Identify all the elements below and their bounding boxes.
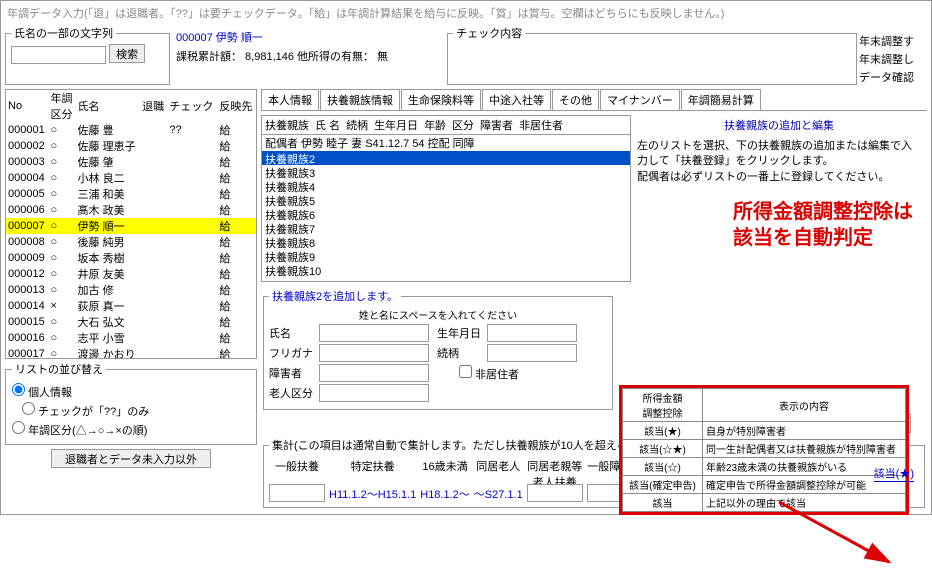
emp-row[interactable]: 000013○加古 修給 [6,282,256,298]
birth-input[interactable] [487,324,577,342]
emp-id: 000007 [176,32,213,44]
dependent-list[interactable]: 扶養親族氏 名続柄生年月日年齢区分障害者非居住者 配偶者 伊勢 睦子 妻 S41… [261,115,631,282]
sort-fieldset: リストの並び替え 個人情報 チェックが「??」のみ 年調区分(△→○→×の順) [5,361,257,445]
dep-row[interactable]: 扶養親族10 [262,263,630,277]
elder-input[interactable] [319,384,429,402]
dep-row[interactable]: 扶養親族9 [262,249,630,263]
nonres-check[interactable]: 非居住者 [459,365,519,382]
emp-row[interactable]: 000001○佐藤 豊??給 [6,122,256,138]
tab[interactable]: その他 [552,89,599,110]
add-legend: 扶養親族2を追加します。 [269,288,401,304]
check-legend: チェック内容 [453,25,525,41]
dis-input[interactable] [319,364,429,382]
tab[interactable]: 年調簡易計算 [681,89,761,110]
sort-check[interactable]: チェックが「??」のみ [22,402,250,419]
dep-row[interactable]: 扶養親族8 [262,235,630,249]
tab[interactable]: 扶養親族情報 [320,89,400,110]
header-note: 年調データ入力(「退」は退職者。「??」は要チェックデータ。「給」は年調計算結果… [3,3,929,23]
emp-row[interactable]: 000014×荻原 真一給 [6,298,256,314]
label-a: 年末調整す [859,33,929,49]
emp-row[interactable]: 000015○大石 弘文給 [6,314,256,330]
lbl-kana: フリガナ [269,345,319,361]
callout: 所得金額調整控除は該当を自動判定 [731,197,915,253]
emp-row[interactable]: 000017○渡邊 かおり給 [6,346,256,359]
lbl-rel: 続柄 [437,345,487,361]
label-c: データ確認 [859,69,929,85]
name-input[interactable] [319,324,429,342]
dep-row[interactable]: 扶養親族3 [262,165,630,179]
tab[interactable]: マイナンバー [600,89,680,110]
emp-row[interactable]: 000012○井原 友美給 [6,266,256,282]
label-b: 年末調整し [859,51,929,67]
sort-personal[interactable]: 個人情報 [12,383,250,400]
tab[interactable]: 生命保険料等 [401,89,481,110]
tab[interactable]: 本人情報 [261,89,319,110]
emp-name: 伊勢 順一 [216,32,263,44]
search-fieldset: 氏名の一部の文字列 検索 [5,25,170,85]
sum-input[interactable] [527,484,583,502]
dep-row[interactable]: 扶養親族5 [262,193,630,207]
final-status: 該当(★) [874,465,914,482]
emp-row[interactable]: 000016○志平 小雪給 [6,330,256,346]
emp-row[interactable]: 000009○坂本 秀樹給 [6,250,256,266]
tab[interactable]: 中途入社等 [482,89,551,110]
income-adjust-table: 所得金額調整控除表示の内容 該当(★)自身が特別障害者該当(☆★)同一生計配偶者… [619,385,909,515]
emp-row[interactable]: 000006○髙木 政美給 [6,202,256,218]
add-hint: 姓と名にスペースを入れてください [269,307,607,322]
emp-row[interactable]: 000004○小林 良二給 [6,170,256,186]
emp-row[interactable]: 000005○三浦 和美給 [6,186,256,202]
emp-row[interactable]: 000007○伊勢 順一給 [6,218,256,234]
employee-table[interactable]: No年調区分氏名退職チェック反映先 000001○佐藤 豊??給000002○佐… [5,89,257,359]
emp-row[interactable]: 000002○佐藤 理恵子給 [6,138,256,154]
emp-row[interactable]: 000008○後藤 純男給 [6,234,256,250]
check-fieldset: チェック内容 [447,25,857,85]
lbl-elder: 老人区分 [269,385,319,401]
dep-row[interactable]: 扶養親族7 [262,221,630,235]
tabs: 本人情報扶養親族情報生命保険料等中途入社等その他マイナンバー年調簡易計算 [261,89,927,111]
sort-bunrui[interactable]: 年調区分(△→○→×の順) [12,421,250,438]
add-dependent: 扶養親族2を追加します。 姓と名にスペースを入れてください 氏名 生年月日 フリガ… [263,288,613,410]
exclude-button[interactable]: 退職者とデータ未入力以外 [51,449,211,468]
dep-row[interactable]: 扶養親族2 [262,151,630,165]
dep-text: 左のリストを選択、下の扶養親族の追加または編集で入力して「扶養登録」をクリックし… [637,139,921,185]
dep-row[interactable]: 扶養親族6 [262,207,630,221]
lbl-name: 氏名 [269,325,319,341]
tax-summary: 課税累計額： 8,981,146 他所得の有無： 無 [176,48,441,64]
sort-legend: リストの並び替え [12,361,106,377]
sum-input[interactable] [269,484,325,502]
search-legend: 氏名の一部の文字列 [11,25,116,41]
rel-input[interactable] [487,344,577,362]
lbl-dis: 障害者 [269,365,319,381]
emp-row[interactable]: 000003○佐藤 肇給 [6,154,256,170]
dep-title: 扶養親族の追加と編集 [637,117,921,133]
search-button[interactable]: 検索 [109,44,145,63]
right-labels: 年末調整す 年末調整し データ確認 [859,23,929,87]
dep-row[interactable]: 扶養親族4 [262,179,630,193]
search-input[interactable] [11,46,106,64]
lbl-birth: 生年月日 [437,325,487,341]
kana-input[interactable] [319,344,429,362]
